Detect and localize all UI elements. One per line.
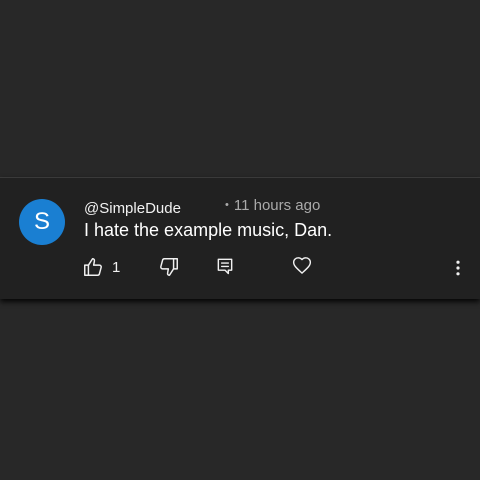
avatar[interactable]: S: [19, 199, 65, 245]
separator-dot: •: [225, 199, 229, 211]
thumbs-up-icon: [82, 256, 104, 278]
page: S @SimpleDude • 11 hours ago I hate the e…: [0, 0, 480, 480]
comment-username[interactable]: @SimpleDude: [84, 200, 181, 217]
dislike-button[interactable]: [158, 256, 180, 278]
reply-button[interactable]: [215, 256, 235, 276]
comment-timestamp[interactable]: • 11 hours ago: [225, 197, 320, 214]
more-options-button[interactable]: [451, 260, 465, 276]
like-button[interactable]: 1: [82, 256, 120, 278]
more-vertical-icon: [451, 260, 465, 276]
reply-comment-icon: [215, 256, 235, 276]
comment-text: I hate the example music, Dan.: [84, 220, 333, 240]
comment-card: S @SimpleDude • 11 hours ago I hate the e…: [0, 177, 480, 299]
timestamp-text: 11 hours ago: [233, 197, 321, 214]
heart-icon: [292, 256, 312, 276]
heart-button[interactable]: [292, 256, 312, 276]
thumbs-down-icon: [158, 256, 180, 278]
like-count: 1: [112, 258, 121, 276]
